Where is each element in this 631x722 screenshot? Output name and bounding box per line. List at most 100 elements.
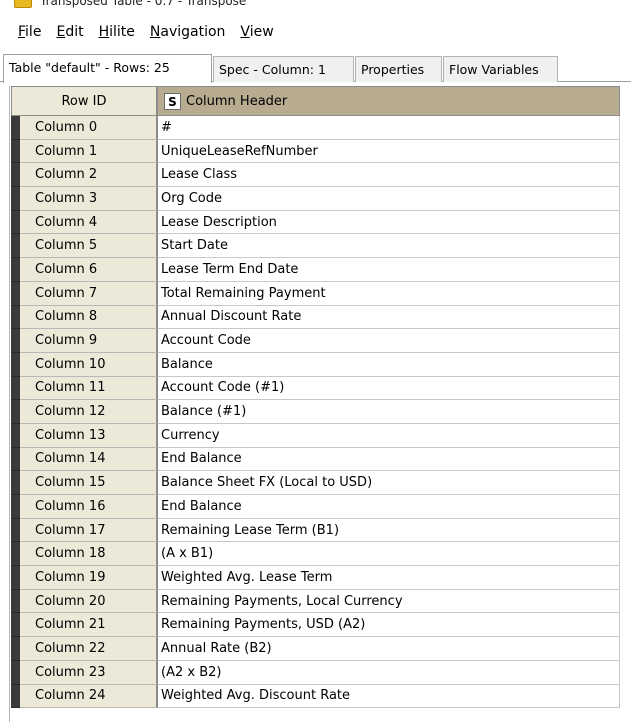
app-icon: [14, 0, 32, 8]
row-id-cell[interactable]: Column 2: [20, 163, 158, 188]
tab-spec[interactable]: Spec - Column: 1: [213, 56, 354, 82]
column-header-value-cell[interactable]: Balance Sheet FX (Local to USD): [158, 471, 620, 495]
column-header-value-cell[interactable]: Annual Rate (B2): [158, 637, 620, 661]
table-row[interactable]: Column 13 Currency: [11, 423, 620, 448]
table-row[interactable]: Column 10 Balance: [11, 352, 620, 377]
row-id-cell[interactable]: Column 9: [20, 329, 158, 353]
column-header-value-cell[interactable]: Remaining Payments, USD (A2): [158, 613, 620, 638]
column-header-value-cell[interactable]: Currency: [158, 423, 620, 448]
menu-navigation[interactable]: Navigation: [150, 24, 226, 40]
string-type-icon: S: [164, 92, 181, 110]
row-marker: [11, 258, 20, 282]
row-id-cell[interactable]: Column 15: [20, 471, 158, 495]
row-marker: [11, 187, 20, 211]
menu-edit[interactable]: Edit: [56, 24, 83, 40]
row-id-cell[interactable]: Column 23: [20, 660, 158, 685]
row-id-cell[interactable]: Column 19: [20, 566, 158, 590]
row-id-cell[interactable]: Column 11: [20, 376, 158, 401]
tab-table-default[interactable]: Table "default" - Rows: 25: [3, 54, 212, 83]
table-row[interactable]: Column 9 Account Code: [11, 329, 620, 353]
tab-properties[interactable]: Properties: [355, 56, 442, 82]
table-row[interactable]: Column 5 Start Date: [11, 234, 620, 259]
row-id-cell[interactable]: Column 22: [20, 637, 158, 661]
table-row[interactable]: Column 11 Account Code (#1): [11, 376, 620, 401]
column-header-value-cell[interactable]: Start Date: [158, 234, 620, 259]
row-marker: [11, 660, 20, 685]
rowid-header[interactable]: Row ID: [11, 86, 158, 116]
column-header-value-cell[interactable]: Balance (#1): [158, 400, 620, 424]
row-id-cell[interactable]: Column 3: [20, 187, 158, 211]
table-row[interactable]: Column 22 Annual Rate (B2): [11, 637, 620, 661]
table-row[interactable]: Column 17 Remaining Lease Term (B1): [11, 518, 620, 543]
table-row[interactable]: Column 14 End Balance: [11, 447, 620, 472]
tab-flow-variables[interactable]: Flow Variables: [443, 56, 558, 82]
table-row[interactable]: Column 15 Balance Sheet FX (Local to USD): [11, 471, 620, 495]
tab-bar: Table "default" - Rows: 25 Spec - Column…: [0, 54, 631, 83]
column-header-value-cell[interactable]: UniqueLeaseRefNumber: [158, 139, 620, 164]
row-marker: [11, 471, 20, 495]
table-row[interactable]: Column 8 Annual Discount Rate: [11, 305, 620, 330]
column-header-value-cell[interactable]: Annual Discount Rate: [158, 305, 620, 330]
column-header-value-cell[interactable]: Weighted Avg. Discount Rate: [158, 684, 620, 709]
row-id-cell[interactable]: Column 12: [20, 400, 158, 424]
column-header-value-cell[interactable]: Total Remaining Payment: [158, 281, 620, 306]
table-row[interactable]: Column 7 Total Remaining Payment: [11, 281, 620, 306]
table-row[interactable]: Column 1 UniqueLeaseRefNumber: [11, 139, 620, 164]
row-id-cell[interactable]: Column 4: [20, 210, 158, 235]
row-marker: [11, 684, 20, 709]
table-row[interactable]: Column 0 #: [11, 116, 620, 140]
column-header-value-cell[interactable]: End Balance: [158, 495, 620, 519]
table-row[interactable]: Column 19 Weighted Avg. Lease Term: [11, 566, 620, 590]
table-row[interactable]: Column 21 Remaining Payments, USD (A2): [11, 613, 620, 638]
row-id-cell[interactable]: Column 20: [20, 589, 158, 614]
row-marker: [11, 518, 20, 543]
row-id-cell[interactable]: Column 5: [20, 234, 158, 259]
menu-hilite[interactable]: Hilite: [99, 24, 135, 40]
table-row[interactable]: Column 23 (A2 x B2): [11, 660, 620, 685]
menu-file[interactable]: File: [18, 24, 41, 40]
table-row[interactable]: Column 6 Lease Term End Date: [11, 258, 620, 282]
column-header-value-cell[interactable]: (A2 x B2): [158, 660, 620, 685]
column-header-cell[interactable]: S Column Header: [158, 86, 620, 116]
column-header-value-cell[interactable]: (A x B1): [158, 542, 620, 567]
table-row[interactable]: Column 24 Weighted Avg. Discount Rate: [11, 684, 620, 709]
table-row[interactable]: Column 18 (A x B1): [11, 542, 620, 567]
column-header-value-cell[interactable]: Account Code (#1): [158, 376, 620, 401]
column-header-value-cell[interactable]: Balance: [158, 352, 620, 377]
row-id-cell[interactable]: Column 13: [20, 423, 158, 448]
row-id-cell[interactable]: Column 17: [20, 518, 158, 543]
row-id-cell[interactable]: Column 14: [20, 447, 158, 472]
row-id-cell[interactable]: Column 8: [20, 305, 158, 330]
row-id-cell[interactable]: Column 7: [20, 281, 158, 306]
menu-bar: File Edit Hilite Navigation View: [0, 20, 631, 44]
table-row[interactable]: Column 4 Lease Description: [11, 210, 620, 235]
column-header-value-cell[interactable]: #: [158, 116, 620, 140]
row-id-cell[interactable]: Column 21: [20, 613, 158, 638]
table-row[interactable]: Column 2 Lease Class: [11, 163, 620, 188]
column-header-value-cell[interactable]: Remaining Payments, Local Currency: [158, 589, 620, 614]
column-header-value-cell[interactable]: End Balance: [158, 447, 620, 472]
table-row[interactable]: Column 16 End Balance: [11, 495, 620, 519]
column-header-value-cell[interactable]: Account Code: [158, 329, 620, 353]
row-marker: [11, 400, 20, 424]
row-marker: [11, 423, 20, 448]
row-id-cell[interactable]: Column 1: [20, 139, 158, 164]
column-header-value-cell[interactable]: Lease Class: [158, 163, 620, 188]
row-marker: [11, 352, 20, 377]
row-id-cell[interactable]: Column 16: [20, 495, 158, 519]
row-id-cell[interactable]: Column 0: [20, 116, 158, 140]
column-header-value-cell[interactable]: Lease Description: [158, 210, 620, 235]
column-header-value-cell[interactable]: Remaining Lease Term (B1): [158, 518, 620, 543]
row-id-cell[interactable]: Column 10: [20, 352, 158, 377]
column-header-value-cell[interactable]: Lease Term End Date: [158, 258, 620, 282]
table-row[interactable]: Column 3 Org Code: [11, 187, 620, 211]
column-header-value-cell[interactable]: Weighted Avg. Lease Term: [158, 566, 620, 590]
table-row[interactable]: Column 20 Remaining Payments, Local Curre…: [11, 589, 620, 614]
row-marker: [11, 281, 20, 306]
column-header-value-cell[interactable]: Org Code: [158, 187, 620, 211]
row-id-cell[interactable]: Column 24: [20, 684, 158, 709]
row-id-cell[interactable]: Column 18: [20, 542, 158, 567]
menu-view[interactable]: View: [240, 24, 273, 40]
table-row[interactable]: Column 12 Balance (#1): [11, 400, 620, 424]
row-id-cell[interactable]: Column 6: [20, 258, 158, 282]
